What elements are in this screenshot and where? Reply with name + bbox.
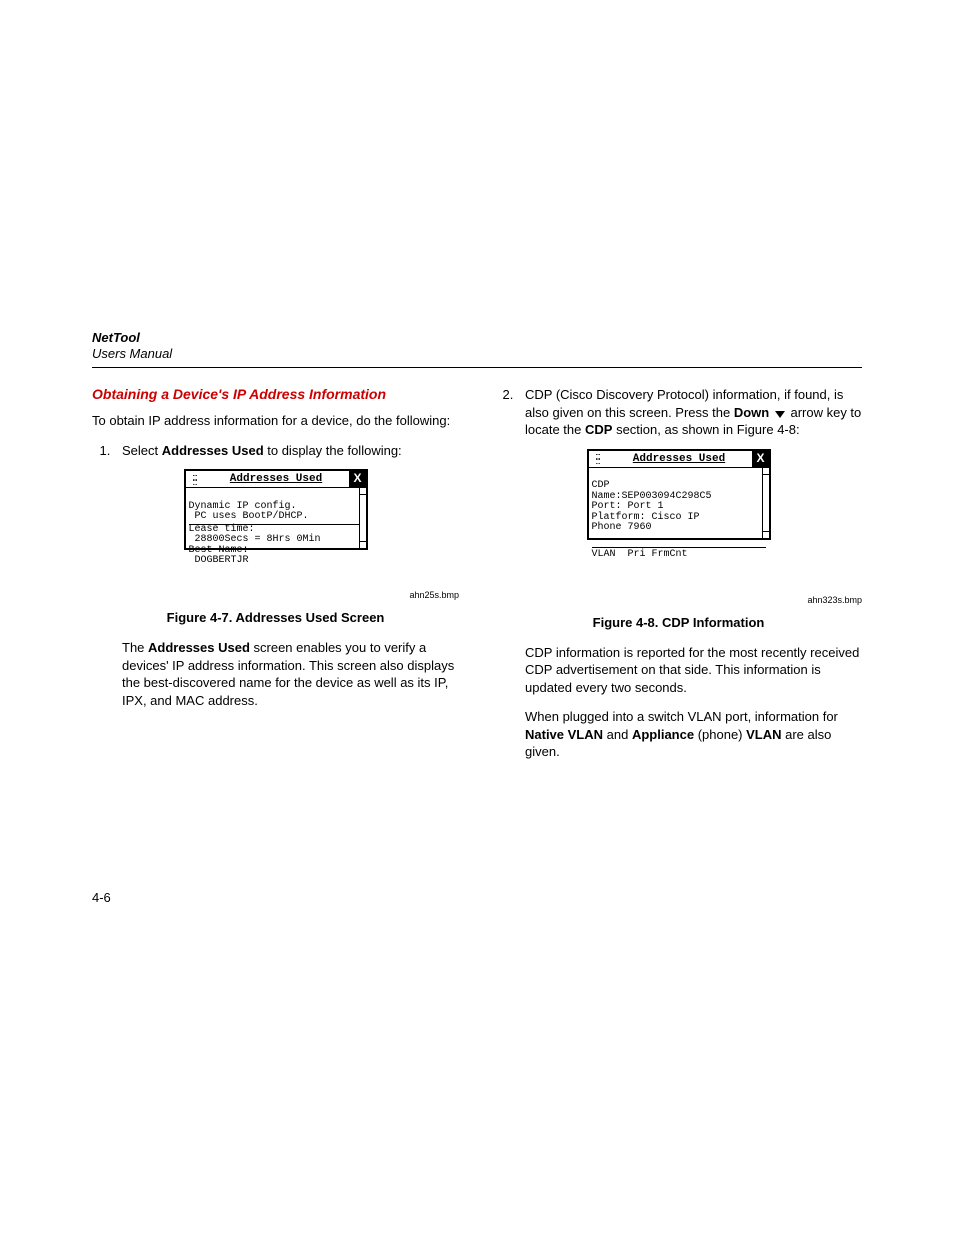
step-list-left: Select Addresses Used to display the fol… (92, 442, 459, 460)
para3-b2: Appliance (632, 727, 694, 742)
d1-line4: 28800Secs = 8Hrs 0Min (189, 534, 321, 545)
d1-line3: Lease time: (189, 524, 255, 535)
document-page: NetTool Users Manual Obtaining a Device'… (0, 0, 954, 1235)
step-list-right: CDP (Cisco Discovery Protocol) informati… (495, 386, 862, 439)
device2-title: Addresses Used (607, 453, 752, 465)
para3-b1: Native VLAN (525, 727, 603, 742)
device1-body: Dynamic IP config. PC uses BootP/DHCP. Le… (186, 488, 366, 548)
step2-end: section, as shown in Figure 4-8: (612, 422, 799, 437)
step2-mid (769, 405, 773, 420)
scrollbar (762, 468, 769, 538)
bmp-label-1: ahn25s.bmp (92, 590, 459, 600)
d1-line5: Best Name: (189, 545, 249, 556)
close-icon: X (349, 471, 366, 487)
two-column-layout: Obtaining a Device's IP Address Informat… (92, 386, 862, 773)
device1-titlebar: Addresses Used X (186, 471, 366, 488)
intro-paragraph: To obtain IP address information for a d… (92, 412, 459, 430)
page-number: 4-6 (92, 890, 111, 905)
step1-pre: Select (122, 443, 162, 458)
para3-pre: When plugged into a switch VLAN port, in… (525, 709, 838, 724)
d2-line1: CDP (592, 480, 610, 491)
step-2: CDP (Cisco Discovery Protocol) informati… (517, 386, 862, 439)
figure-4-8: Addresses Used X CDP Name:SEP003094C298C… (495, 449, 862, 591)
left-column: Obtaining a Device's IP Address Informat… (92, 386, 459, 773)
running-header: NetTool Users Manual (92, 330, 862, 361)
bmp-label-2: ahn323s.bmp (495, 595, 862, 605)
device-screen-2: Addresses Used X CDP Name:SEP003094C298C… (587, 449, 771, 540)
d2-line4: Platform: Cisco IP (592, 512, 700, 523)
figure-4-8-caption: Figure 4-8. CDP Information (495, 615, 862, 630)
d2-line3: Port: Port 1 (592, 501, 664, 512)
product-name: NetTool (92, 330, 862, 345)
d2-line5: Phone 7960 (592, 522, 652, 533)
device2-body: CDP Name:SEP003094C298C5 Port: Port 1 Pl… (589, 468, 769, 538)
vlan-paragraph: When plugged into a switch VLAN port, in… (525, 708, 862, 761)
close-icon: X (752, 451, 769, 467)
para3-b3: VLAN (746, 727, 781, 742)
para1-bold: Addresses Used (148, 640, 250, 655)
down-arrow-icon (775, 411, 785, 418)
step1-bold: Addresses Used (162, 443, 264, 458)
section-heading: Obtaining a Device's IP Address Informat… (92, 386, 459, 402)
drag-dots-icon (589, 452, 607, 465)
scrollbar (359, 488, 366, 548)
device-screen-1: Addresses Used X Dynamic IP config. PC u… (184, 469, 368, 550)
d1-line6: DOGBERTJR (189, 555, 249, 566)
para3-paren: (phone) (694, 727, 746, 742)
header-rule (92, 367, 862, 368)
cdp-paragraph: CDP information is reported for the most… (525, 644, 862, 697)
doc-type: Users Manual (92, 346, 862, 361)
step2-bold: Down (734, 405, 769, 420)
right-column: CDP (Cisco Discovery Protocol) informati… (495, 386, 862, 773)
figure-4-7: Addresses Used X Dynamic IP config. PC u… (92, 469, 459, 586)
d2-line6: VLAN Pri FrmCnt (592, 549, 688, 560)
step2-bold2: CDP (585, 422, 612, 437)
d1-line1: Dynamic IP config. (189, 501, 297, 512)
d2-line2: Name:SEP003094C298C5 (592, 491, 712, 502)
step-1: Select Addresses Used to display the fol… (114, 442, 459, 460)
drag-dots-icon (186, 473, 204, 486)
figure-4-7-caption: Figure 4-7. Addresses Used Screen (92, 610, 459, 625)
para3-mid: and (603, 727, 632, 742)
para1-pre: The (122, 640, 148, 655)
d1-line2: PC uses BootP/DHCP. (189, 511, 309, 522)
device2-titlebar: Addresses Used X (589, 451, 769, 468)
step1-post: to display the following: (264, 443, 402, 458)
addresses-used-paragraph: The Addresses Used screen enables you to… (122, 639, 459, 709)
device1-title: Addresses Used (204, 473, 349, 485)
